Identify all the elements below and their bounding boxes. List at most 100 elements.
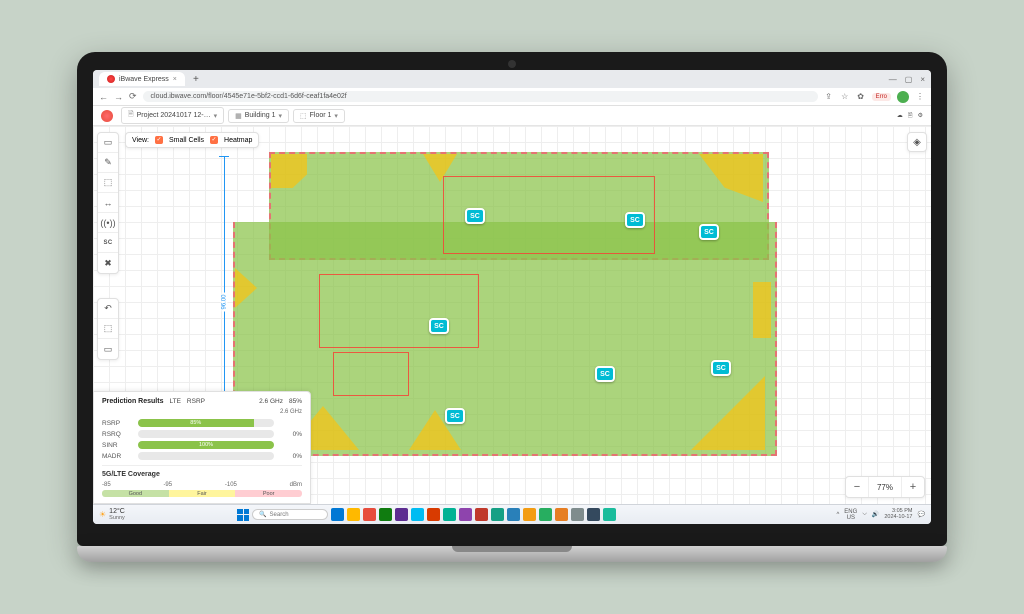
draw-tool[interactable]: ✎ (98, 153, 118, 173)
taskbar-app-icon[interactable] (539, 508, 552, 521)
taskbar-app-icon[interactable] (523, 508, 536, 521)
forward-button[interactable]: → (114, 92, 123, 102)
extension-icon[interactable]: ✿ (856, 92, 866, 102)
taskbar-app-icon[interactable] (331, 508, 344, 521)
rectangle-tool[interactable]: ⬚ (98, 173, 118, 193)
language-indicator[interactable]: ENG US (844, 509, 857, 521)
breadcrumb-floor-label: Floor 1 (310, 112, 332, 119)
crop-tool[interactable]: ⬚ (98, 319, 118, 339)
select-tool[interactable]: ▭ (98, 133, 118, 153)
taskbar-app-icon[interactable] (603, 508, 616, 521)
prediction-row: RSRP85% (102, 419, 302, 427)
zone-outline[interactable] (333, 352, 409, 396)
zoom-out-button[interactable]: − (846, 477, 868, 497)
taskbar-search[interactable]: 🔍 Search (252, 509, 328, 520)
back-button[interactable]: ← (99, 92, 108, 102)
undo-tool[interactable]: ↶ (98, 299, 118, 319)
notifications-icon[interactable]: 💬 (918, 511, 925, 518)
weather-widget[interactable]: ☀ 12°C Sunny (99, 508, 125, 521)
start-button[interactable] (237, 509, 249, 521)
coverage-title: 5G/LTE Coverage (102, 471, 302, 478)
taskbar-app-icon[interactable] (507, 508, 520, 521)
wrench-tool[interactable]: ✖ (98, 253, 118, 273)
wifi-icon[interactable]: ⌵ (862, 511, 867, 518)
cloud-icon[interactable]: ☁ (897, 112, 903, 119)
chevron-down-icon: ▾ (334, 112, 338, 120)
new-tab-button[interactable]: + (189, 74, 203, 85)
clock[interactable]: 3:05 PM 2024-10-17 (884, 509, 912, 520)
volume-icon[interactable]: 🔊 (872, 511, 879, 518)
sun-icon: ☀ (99, 510, 106, 519)
measure-tool[interactable]: ↔ (98, 193, 118, 213)
profile-avatar[interactable] (897, 91, 909, 103)
small-cell-node[interactable]: SC (699, 224, 719, 240)
error-badge[interactable]: Erro (872, 93, 891, 101)
heatmap-checkbox[interactable]: ✓ (210, 136, 218, 144)
taskbar-app-icon[interactable] (475, 508, 488, 521)
legend-good: Good (102, 490, 169, 497)
url-field[interactable]: cloud.ibwave.com/floor/4545e71e-5bf2-ccd… (143, 91, 818, 102)
star-icon[interactable]: ☆ (840, 92, 850, 102)
taskbar-center: 🔍 Search (237, 508, 616, 521)
breadcrumb-building[interactable]: ▦ Building 1 ▾ (228, 109, 289, 123)
breadcrumb-project[interactable]: 🗎 Project 20241017 12-… ▾ (121, 107, 224, 124)
app-logo[interactable] (101, 110, 113, 122)
close-button[interactable]: × (920, 75, 925, 84)
taskbar-app-icon[interactable] (395, 508, 408, 521)
floorplan[interactable]: SC SC SC SC SC SC SC (233, 152, 777, 456)
browser-tab-active[interactable]: iBwave Express × (99, 72, 185, 86)
tab-close-icon[interactable]: × (173, 76, 177, 83)
prediction-tech[interactable]: LTE (169, 398, 180, 405)
taskbar-app-icon[interactable] (363, 508, 376, 521)
taskbar-app-icon[interactable] (379, 508, 392, 521)
maximize-button[interactable]: ▢ (905, 75, 913, 84)
tool-palette: ▭ ✎ ⬚ ↔ ((•)) SC ✖ (97, 132, 119, 274)
small-cell-node[interactable]: SC (595, 366, 615, 382)
taskbar-app-icon[interactable] (459, 508, 472, 521)
small-cell-node[interactable]: SC (711, 360, 731, 376)
weather-cond: Sunny (109, 515, 125, 521)
taskbar-app-icon[interactable] (347, 508, 360, 521)
breadcrumb-floor[interactable]: ⬚ Floor 1 ▾ (293, 109, 345, 123)
ruler-value: 96.00 (222, 292, 228, 311)
share-icon[interactable]: ⇪ (824, 92, 834, 102)
heatmap-label: Heatmap (224, 137, 252, 144)
small-cell-node[interactable]: SC (445, 408, 465, 424)
prediction-metric[interactable]: RSRP (187, 398, 205, 405)
zone-outline[interactable] (319, 274, 479, 348)
delete-tool[interactable]: ▭ (98, 339, 118, 359)
browser-tabbar: iBwave Express × + — ▢ × (93, 70, 931, 88)
prediction-freq[interactable]: 2.6 GHz (259, 398, 283, 405)
prediction-title: Prediction Results (102, 398, 163, 405)
browser-addressbar: ← → ⟳ cloud.ibwave.com/floor/4545e71e-5b… (93, 88, 931, 106)
small-cell-node[interactable]: SC (625, 212, 645, 228)
taskbar-app-icon[interactable] (427, 508, 440, 521)
small-cells-checkbox[interactable]: ✓ (155, 136, 163, 144)
app-toolbar: 🗎 Project 20241017 12-… ▾ ▦ Building 1 ▾… (93, 106, 931, 126)
minimize-button[interactable]: — (889, 75, 897, 84)
small-cell-tool[interactable]: SC (98, 233, 118, 253)
taskbar-app-icon[interactable] (587, 508, 600, 521)
legend-poor: Poor (235, 490, 302, 497)
report-icon[interactable]: 🗎 (908, 111, 913, 121)
taskbar-app-icon[interactable] (491, 508, 504, 521)
reload-button[interactable]: ⟳ (129, 91, 137, 102)
metric-label: RSRP (102, 420, 132, 427)
building-icon: ▦ (235, 112, 242, 120)
prediction-sub-freq[interactable]: 2.6 GHz (280, 409, 302, 415)
zoom-in-button[interactable]: + (902, 477, 924, 497)
tray-chevron-icon[interactable]: ^ (836, 512, 839, 518)
small-cell-node[interactable]: SC (465, 208, 485, 224)
menu-icon[interactable]: ⋮ (915, 92, 925, 102)
addressbar-icons: ⇪ ☆ ✿ Erro ⋮ (824, 91, 925, 103)
canvas[interactable]: View: ✓ Small Cells ✓ Heatmap ▭ ✎ ⬚ ↔ ((… (93, 126, 931, 504)
taskbar-app-icon[interactable] (443, 508, 456, 521)
taskbar-app-icon[interactable] (571, 508, 584, 521)
layers-button[interactable]: ◈ (907, 132, 927, 152)
prediction-overall-pct: 85% (289, 398, 302, 405)
small-cell-node[interactable]: SC (429, 318, 449, 334)
settings-icon[interactable]: ⚙ (918, 112, 923, 119)
taskbar-app-icon[interactable] (411, 508, 424, 521)
taskbar-app-icon[interactable] (555, 508, 568, 521)
antenna-tool[interactable]: ((•)) (98, 213, 118, 233)
